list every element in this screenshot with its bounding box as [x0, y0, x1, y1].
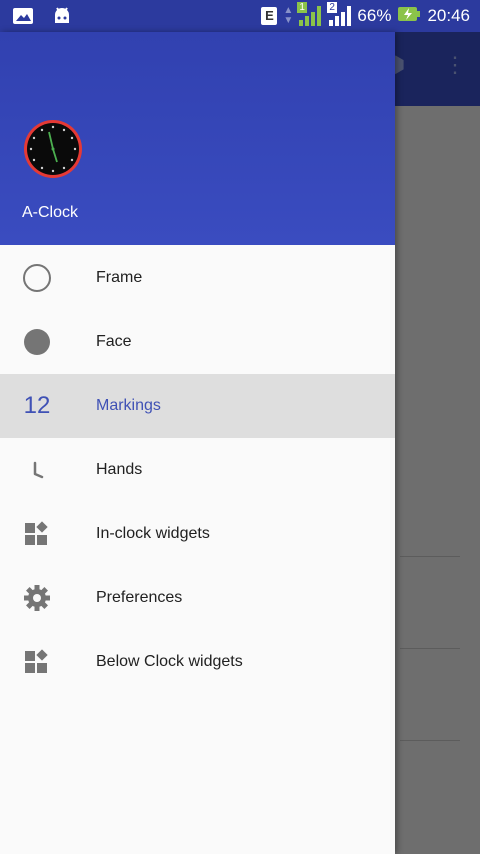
- menu-item-label: Preferences: [96, 589, 183, 606]
- menu-item-label: Hands: [96, 461, 143, 478]
- clock-logo-icon: [22, 118, 84, 180]
- menu-item-label: Face: [96, 333, 132, 350]
- widgets-icon: [22, 519, 52, 549]
- battery-charging-icon: [397, 5, 421, 28]
- menu-item-label: Frame: [96, 269, 143, 286]
- sim2-signal-icon: 2: [327, 2, 352, 28]
- menu-item-face[interactable]: Face: [0, 310, 395, 374]
- menu-item-in-clock-widgets[interactable]: In-clock widgets: [0, 502, 395, 566]
- network-type-badge: E: [261, 7, 278, 25]
- navigation-drawer: A-Clock Frame Face 12 Markings Hands In-…: [0, 32, 395, 854]
- android-notification-icon: [52, 6, 72, 31]
- widgets-icon: [22, 647, 52, 677]
- drawer-header: A-Clock: [0, 32, 395, 245]
- menu-item-label: Markings: [96, 397, 161, 414]
- menu-item-below-clock-widgets[interactable]: Below Clock widgets: [0, 630, 395, 694]
- menu-item-markings[interactable]: 12 Markings: [0, 374, 395, 438]
- gallery-notification-icon: [12, 6, 34, 31]
- background-divider: [400, 740, 460, 741]
- sim1-label: 1: [297, 2, 307, 13]
- numbers-icon: 12: [23, 392, 51, 419]
- drawer-menu: Frame Face 12 Markings Hands In-clock wi…: [0, 246, 395, 694]
- gear-icon: [22, 583, 52, 613]
- menu-item-hands[interactable]: Hands: [0, 438, 395, 502]
- sim2-label: 2: [327, 2, 337, 13]
- app-name: A-Clock: [22, 204, 79, 221]
- menu-item-preferences[interactable]: Preferences: [0, 566, 395, 630]
- clock-hand-icon: [22, 455, 52, 485]
- status-bar: E ▲ ▼ 1 2 66% 20:46: [0, 0, 480, 32]
- clock-time: 20:46: [427, 6, 470, 25]
- circle-outline-icon: [22, 263, 52, 293]
- battery-percent: 66%: [357, 6, 392, 25]
- data-arrows-icon: ▲ ▼: [283, 5, 294, 26]
- background-divider: [400, 556, 460, 557]
- menu-item-label: Below Clock widgets: [96, 653, 243, 670]
- sim1-signal-icon: 1: [297, 2, 322, 28]
- filled-circle-icon: [22, 327, 52, 357]
- menu-item-label: In-clock widgets: [96, 525, 210, 542]
- background-divider: [400, 648, 460, 649]
- menu-item-frame[interactable]: Frame: [0, 246, 395, 310]
- overflow-menu-icon: ⋮: [444, 52, 466, 77]
